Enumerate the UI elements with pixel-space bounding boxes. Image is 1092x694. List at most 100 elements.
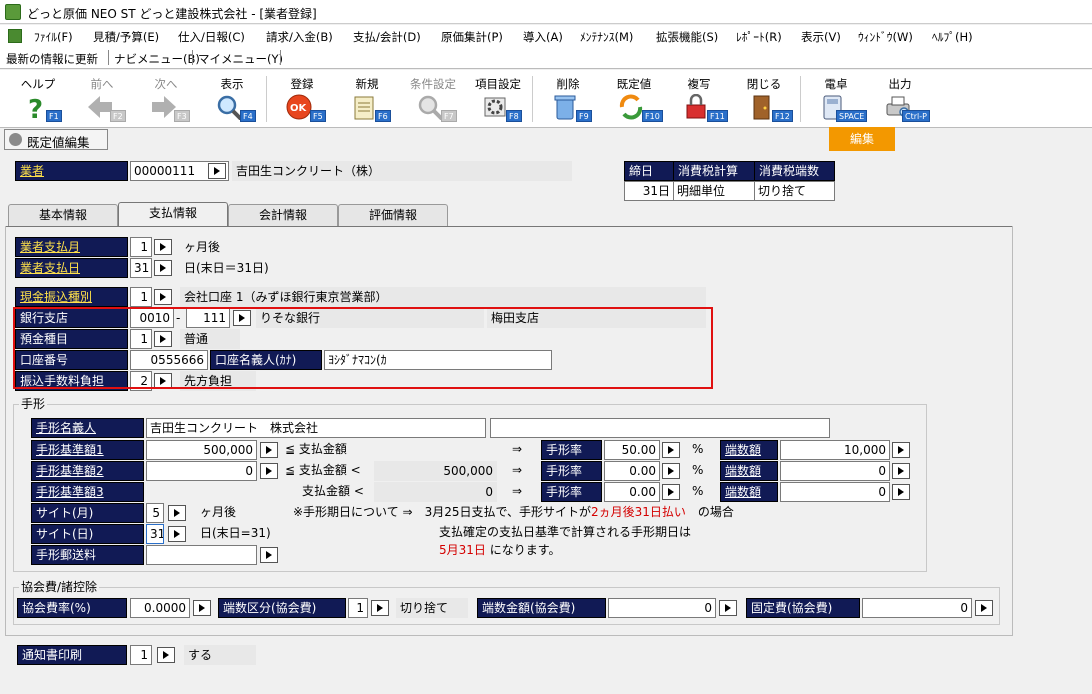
note-base2-field[interactable]: 0 (146, 461, 257, 481)
menu-extension[interactable]: 拡張機能(S) (656, 29, 718, 45)
assoc-fraction-field[interactable]: 1 (348, 598, 368, 618)
menu-cost[interactable]: 原価集計(P) (441, 29, 503, 45)
note-base1-field[interactable]: 500,000 (146, 440, 257, 460)
site-day-field[interactable]: 31 (146, 524, 164, 544)
tax-fraction-header: 消費税端数 (754, 161, 835, 181)
menu-purchase[interactable]: 仕入/日報(C) (178, 29, 245, 45)
tab-evaluation-info[interactable]: 評価情報 (338, 204, 448, 226)
note-base2-button[interactable] (260, 463, 278, 479)
menu-billing[interactable]: 請求/入金(B) (266, 29, 333, 45)
payment-day-label[interactable]: 業者支払日 (15, 258, 128, 278)
notice-print-field[interactable]: 1 (130, 645, 152, 665)
menu-maintenance[interactable]: ﾒﾝﾃﾅﾝｽ(M) (580, 29, 633, 45)
assoc-amount-field[interactable]: 0 (608, 598, 716, 618)
tab-payment-info[interactable]: 支払情報 (118, 202, 228, 226)
menu-setup[interactable]: 導入(A) (523, 29, 563, 45)
fraction-field-3[interactable]: 0 (780, 482, 890, 502)
fkey-badge: F7 (441, 110, 457, 122)
fkey-badge: F1 (46, 110, 62, 122)
transfer-type-field[interactable]: 1 (130, 287, 152, 307)
note-rate-button-3[interactable] (662, 484, 680, 500)
svg-text:?: ? (28, 95, 43, 120)
register-button[interactable]: 登録 OK F5 (272, 70, 332, 126)
fraction-button-1[interactable] (892, 442, 910, 458)
fixed-fee-field[interactable]: 0 (862, 598, 972, 618)
fixed-fee-label: 固定費(協会費) (746, 598, 860, 618)
delete-button[interactable]: 削除 F9 (538, 70, 598, 126)
payment-day-button[interactable] (154, 260, 172, 276)
menu-view[interactable]: 表示(V) (801, 29, 841, 45)
arrow-3: ⇒ (512, 484, 523, 498)
vendor-lookup-button[interactable] (208, 163, 226, 179)
refresh-link[interactable]: 最新の情報に更新 (6, 51, 98, 67)
note-rate-button-1[interactable] (662, 442, 680, 458)
tax-fraction-value: 切り捨て (754, 181, 835, 201)
fraction-field-1[interactable]: 10,000 (780, 440, 890, 460)
menu-window[interactable]: ｳｨﾝﾄﾞｳ(W) (858, 29, 913, 45)
toolbar-label: 新規 (355, 77, 379, 91)
note-rate-field-1[interactable]: 50.00 (604, 440, 660, 460)
notice-print-button[interactable] (157, 647, 175, 663)
assoc-amount-button[interactable] (719, 600, 737, 616)
note-base1-label[interactable]: 手形基準額1 (31, 440, 144, 460)
condition-button[interactable]: 条件設定 F7 (403, 70, 463, 126)
closing-day-value: 31日 (624, 181, 674, 201)
note-line-3: 5月31日 になります。 (439, 541, 561, 559)
menu-report[interactable]: ﾚﾎﾟｰﾄ(R) (736, 29, 782, 45)
calculator-button[interactable]: 電卓 SPACE (806, 70, 868, 126)
payment-day-field[interactable]: 31 (130, 258, 152, 278)
note-rate-field-3[interactable]: 0.00 (604, 482, 660, 502)
item-settings-button[interactable]: 項目設定 F8 (468, 70, 528, 126)
menu-file[interactable]: ﾌｧｲﾙ(F) (34, 29, 73, 45)
navi-menu-link[interactable]: ナビメニュー(B) (114, 51, 200, 67)
menu-payment[interactable]: 支払/会計(D) (353, 29, 421, 45)
note-line-3b: になります。 (485, 543, 561, 557)
site-day-button[interactable] (168, 526, 186, 542)
assoc-fraction-button[interactable] (371, 600, 389, 616)
output-button[interactable]: 出力 Ctrl-P (870, 70, 930, 126)
postage-field[interactable] (146, 545, 257, 565)
vendor-label[interactable]: 業者 (15, 161, 128, 181)
note-rate-button-2[interactable] (662, 463, 680, 479)
menu-estimate[interactable]: 見積/予算(E) (93, 29, 159, 45)
window-title: どっと原価 NEO ST どっと建設株式会社 - [業者登録] (27, 7, 317, 21)
next-button[interactable]: 次へ F3 (136, 70, 196, 126)
help-button[interactable]: ヘルプ ? F1 (8, 70, 68, 126)
menu-help[interactable]: ﾍﾙﾌﾟ(H) (932, 29, 973, 45)
new-button[interactable]: 新規 F6 (337, 70, 397, 126)
fraction-button-2[interactable] (892, 463, 910, 479)
transfer-type-label[interactable]: 現金振込種別 (15, 287, 128, 307)
note-base3-label[interactable]: 手形基準額3 (31, 482, 144, 502)
note-holder-field-2[interactable] (490, 418, 830, 438)
assoc-rate-button[interactable] (193, 600, 211, 616)
note-holder-field[interactable]: 吉田生コンクリート 株式会社 (146, 418, 486, 438)
fixed-fee-button[interactable] (975, 600, 993, 616)
payment-month-field[interactable]: 1 (130, 237, 152, 257)
note-rate-field-2[interactable]: 0.00 (604, 461, 660, 481)
fraction-field-2[interactable]: 0 (780, 461, 890, 481)
percent-3: % (692, 484, 704, 498)
payment-month-label[interactable]: 業者支払月 (15, 237, 128, 257)
default-value-button[interactable]: 既定値 F10 (604, 70, 664, 126)
site-month-button[interactable] (168, 505, 186, 521)
postage-button[interactable] (260, 547, 278, 563)
close-button[interactable]: 閉じる F12 (734, 70, 794, 126)
tab-basic-info[interactable]: 基本情報 (8, 204, 118, 226)
quick-divider (192, 50, 193, 65)
transfer-type-button[interactable] (154, 289, 172, 305)
fraction-button-3[interactable] (892, 484, 910, 500)
prev-button[interactable]: 前へ F2 (72, 70, 132, 126)
default-edit-button[interactable]: 既定値編集 (4, 129, 108, 150)
app-icon (5, 4, 21, 20)
site-month-field[interactable]: 5 (146, 503, 164, 523)
note-base1-button[interactable] (260, 442, 278, 458)
payment-month-button[interactable] (154, 239, 172, 255)
view-button[interactable]: 表示 F4 (202, 70, 262, 126)
copy-button[interactable]: 複写 F11 (669, 70, 729, 126)
edit-button[interactable]: 編集 (829, 127, 895, 151)
note-base2-label[interactable]: 手形基準額2 (31, 461, 144, 481)
tab-accounting-info[interactable]: 会計情報 (228, 204, 338, 226)
my-menu-link[interactable]: マイメニュー(Y) (198, 51, 283, 67)
arrow-1: ⇒ (512, 442, 523, 456)
assoc-rate-field[interactable]: 0.0000 (130, 598, 190, 618)
